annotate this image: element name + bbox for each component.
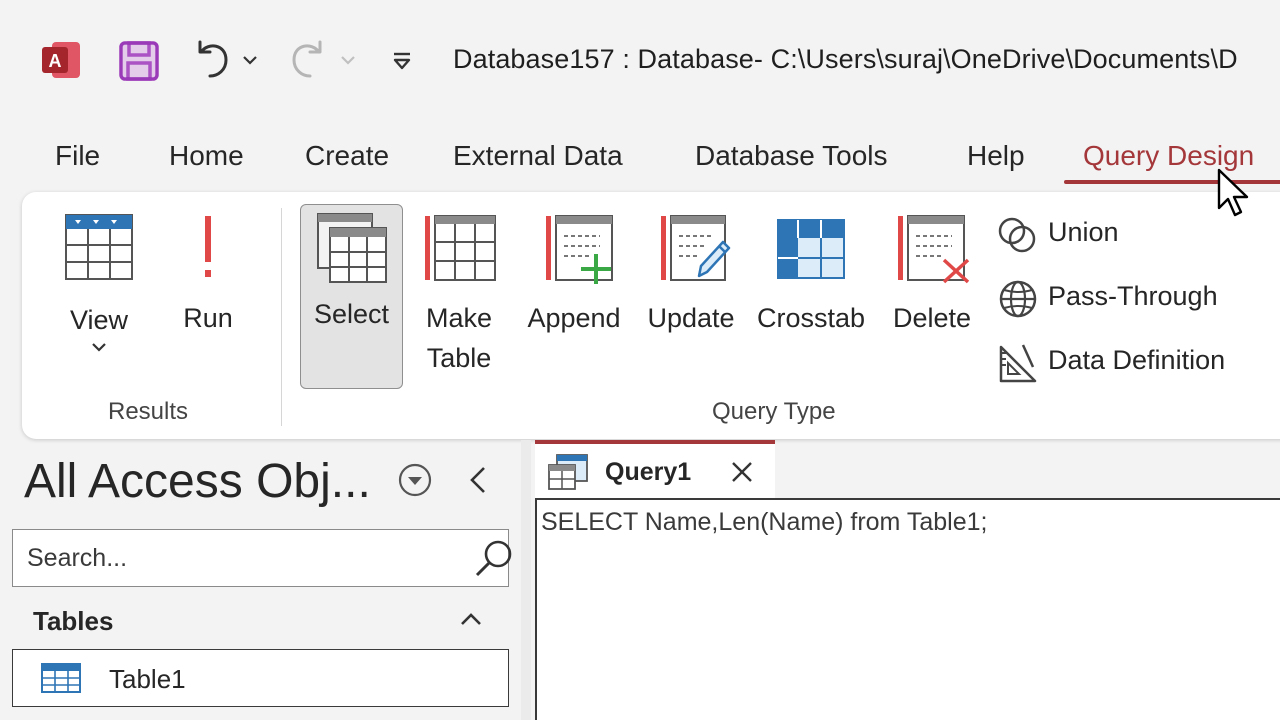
tab-create[interactable]: Create [305, 140, 389, 172]
make-table-button[interactable]: Make Table [415, 212, 503, 378]
delete-icon [898, 215, 970, 284]
nav-item-label: Table1 [109, 664, 186, 694]
update-button[interactable]: Update [641, 212, 741, 338]
run-button[interactable]: Run [168, 212, 248, 338]
append-label: Append [527, 303, 621, 333]
tables-group-label: Tables [33, 606, 114, 636]
query-icon [548, 454, 588, 490]
data-definition-icon [999, 344, 1037, 383]
tab-home[interactable]: Home [169, 140, 244, 172]
crosstab-label: Crosstab [756, 303, 866, 333]
customize-quick-access-icon[interactable] [390, 48, 414, 74]
select-button-content[interactable]: Select [300, 212, 403, 334]
exclamation-icon [205, 216, 211, 277]
union-icon [998, 217, 1036, 253]
pass-through-label: Pass-Through [1048, 281, 1218, 311]
delete-label: Delete [892, 303, 972, 333]
chevron-up-icon[interactable] [458, 608, 484, 632]
run-label: Run [183, 303, 233, 333]
tab-external-data[interactable]: External Data [453, 140, 623, 172]
document-tab-label: Query1 [605, 458, 692, 486]
close-icon[interactable] [729, 459, 755, 485]
search-icon[interactable] [473, 538, 515, 580]
undo-icon[interactable] [190, 38, 234, 82]
tables-group-header[interactable]: Tables [12, 600, 509, 644]
chevron-down-icon [92, 343, 106, 352]
append-button[interactable]: Append [521, 212, 627, 338]
make-table-icon [425, 215, 496, 281]
nav-pane-title[interactable]: All Access Obj... [24, 454, 371, 509]
nav-pane-splitter[interactable] [521, 440, 531, 720]
sql-editor[interactable]: SELECT Name,Len(Name) from Table1; [535, 498, 1280, 720]
table-icon [41, 663, 81, 693]
redo-dropdown-icon[interactable] [338, 50, 358, 70]
view-button[interactable]: View [52, 212, 146, 356]
tab-help[interactable]: Help [967, 140, 1025, 172]
append-icon [546, 215, 613, 284]
document-tab-query1[interactable]: Query1 [535, 440, 775, 498]
update-label: Update [647, 303, 735, 333]
redo-icon[interactable] [286, 38, 330, 82]
make-table-label-line2: Table [426, 343, 492, 373]
crosstab-icon [777, 219, 845, 279]
union-button[interactable]: Union [997, 213, 1137, 257]
select-query-icon [316, 213, 387, 283]
access-window: A Database157 : Database- C:\Users\suraj… [0, 0, 1280, 720]
pass-through-button[interactable]: Pass-Through [997, 277, 1237, 321]
update-icon [661, 215, 731, 281]
crosstab-button[interactable]: Crosstab [752, 212, 870, 338]
undo-dropdown-icon[interactable] [240, 50, 260, 70]
view-label: View [69, 305, 129, 335]
data-definition-button[interactable]: Data Definition [997, 341, 1257, 385]
collapse-nav-pane-icon[interactable] [460, 462, 496, 498]
nav-pane-menu-icon[interactable] [396, 461, 434, 499]
query-type-group-label: Query Type [712, 398, 836, 425]
access-logo-icon[interactable]: A [40, 40, 82, 80]
window-title: Database157 : Database- C:\Users\suraj\O… [453, 44, 1238, 74]
nav-search-box [12, 529, 512, 587]
delete-button[interactable]: Delete [884, 212, 980, 338]
results-group-label: Results [108, 398, 189, 425]
sql-text[interactable]: SELECT Name,Len(Name) from Table1; [541, 508, 987, 537]
globe-icon [999, 280, 1037, 318]
data-definition-label: Data Definition [1048, 345, 1226, 375]
svg-text:A: A [49, 51, 62, 71]
mouse-cursor-icon [1217, 168, 1249, 217]
make-table-label-line1: Make [425, 303, 493, 333]
title-bar: A Database157 : Database- C:\Users\suraj… [0, 0, 1280, 120]
save-icon[interactable] [118, 40, 160, 82]
union-label: Union [1048, 217, 1119, 247]
datasheet-view-icon [65, 214, 133, 280]
nav-search-input[interactable] [27, 540, 447, 576]
tab-database-tools[interactable]: Database Tools [695, 140, 888, 172]
group-separator [281, 208, 282, 426]
nav-item-table1[interactable]: Table1 [12, 649, 509, 707]
select-label: Select [313, 299, 390, 329]
tab-file[interactable]: File [55, 140, 100, 172]
